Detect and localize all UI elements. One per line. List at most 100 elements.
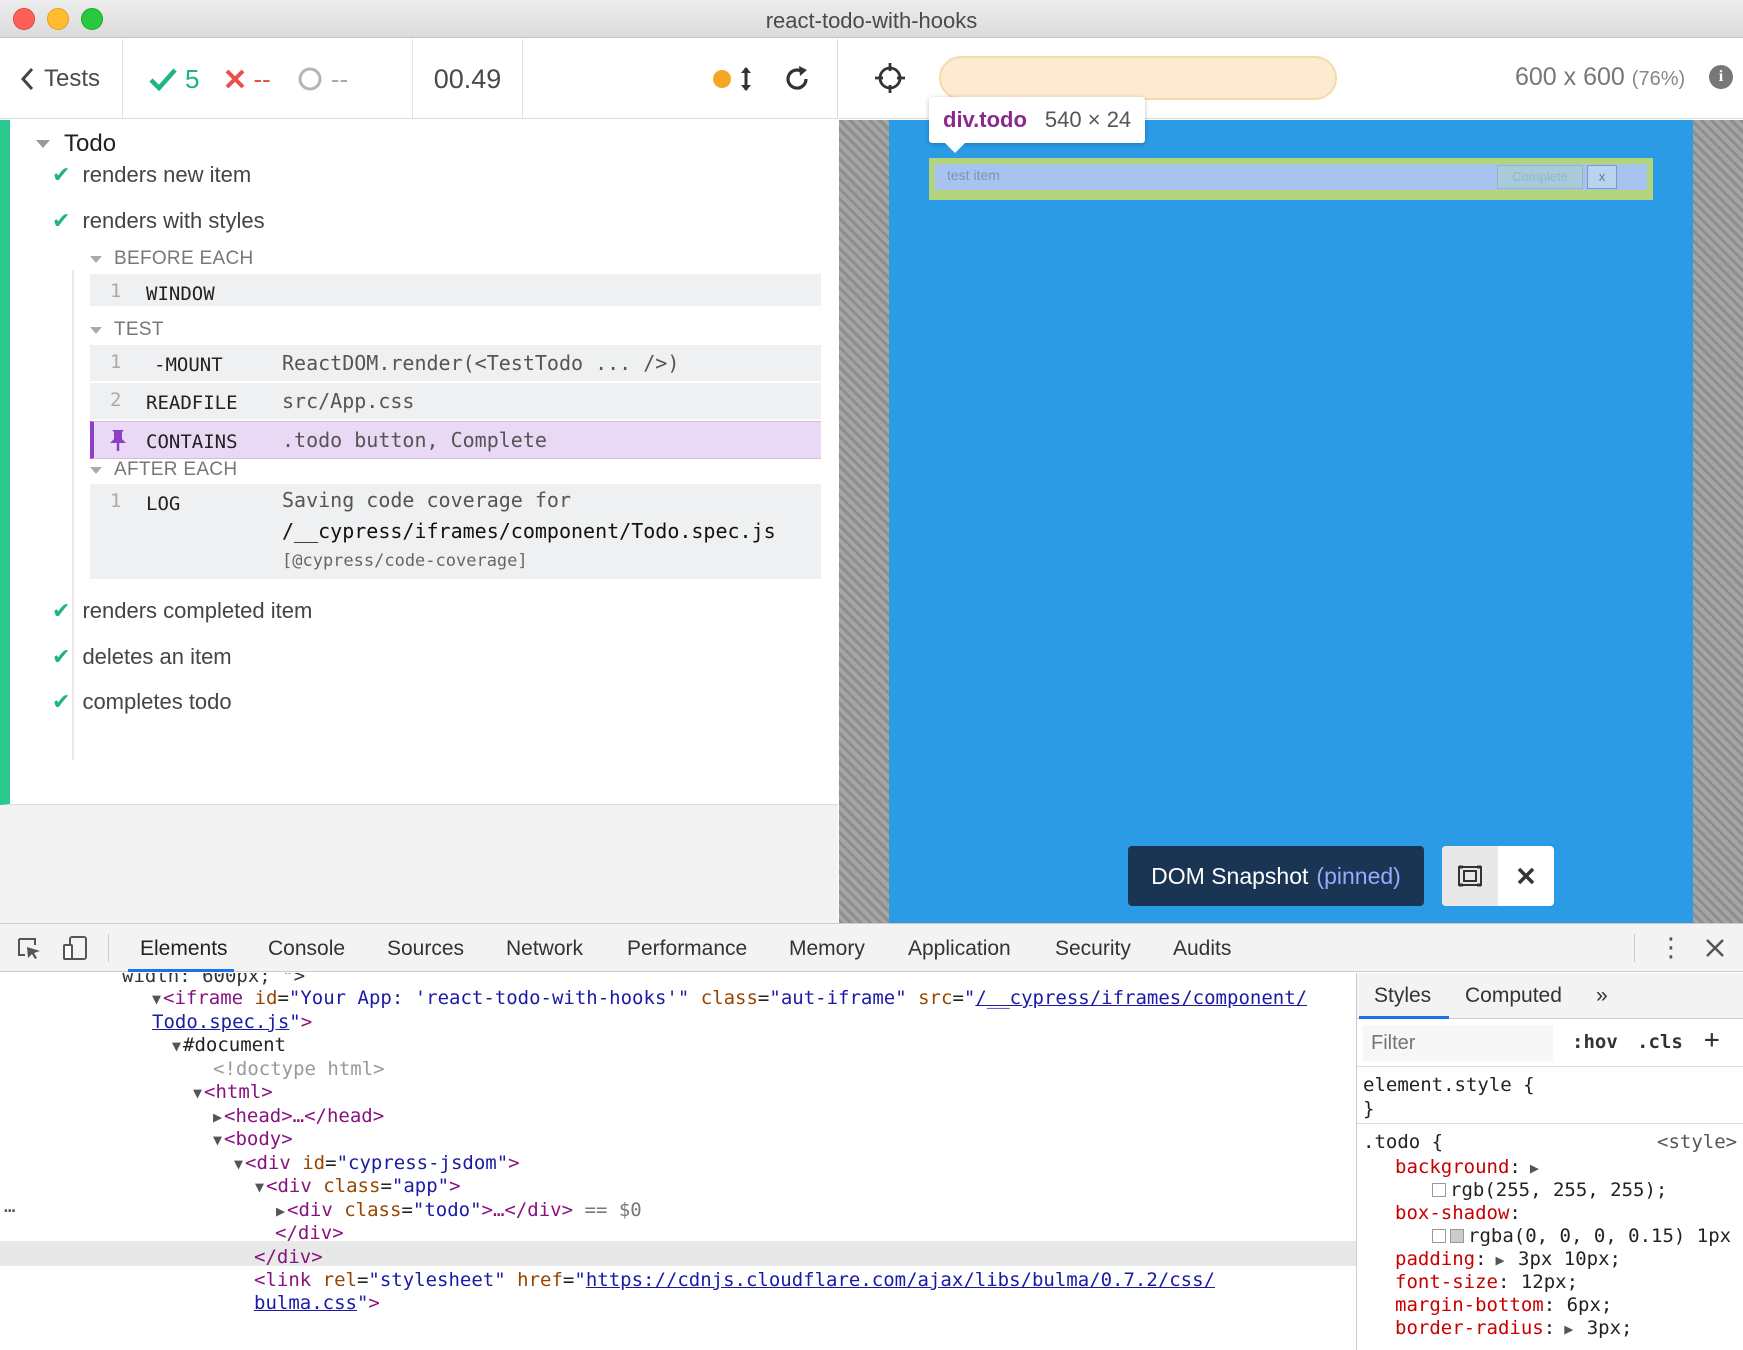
rule-selector[interactable]: .todo {	[1363, 1131, 1443, 1153]
command-row[interactable]: 2 READFILE src/App.css	[90, 383, 821, 421]
test-renders-with-styles[interactable]: ✔ renders with styles	[52, 208, 265, 234]
log-message-line: /__cypress/iframes/component/Todo.spec.j…	[282, 519, 776, 543]
todo-delete-button[interactable]: x	[1587, 165, 1617, 189]
kebab-menu-icon[interactable]: ⋮	[1658, 932, 1684, 963]
tab-performance[interactable]: Performance	[627, 937, 747, 961]
crosshairs-icon[interactable]	[873, 61, 907, 95]
window-titlebar: react-todo-with-hooks	[0, 0, 1743, 38]
add-rule-icon[interactable]: +	[1704, 1025, 1720, 1055]
viewport-info: 600 x 600 (76%)	[1515, 63, 1685, 92]
tree-node-div-jsdom[interactable]: ▼ <div id="cypress-jsdom">	[234, 1152, 520, 1174]
tab-styles[interactable]: Styles	[1374, 984, 1431, 1008]
pending-stat[interactable]: --	[297, 64, 348, 95]
styles-filter-input[interactable]	[1363, 1025, 1553, 1061]
snapshot-highlight-button[interactable]	[1442, 846, 1498, 906]
tree-node-div-todo-selected[interactable]: ▶ <div class="todo">…</div> == $0	[276, 1199, 642, 1221]
style-prop-border-radius[interactable]: border-radius: ▶ 3px;	[1395, 1317, 1632, 1339]
todo-text: test item	[947, 167, 1000, 183]
todo-item[interactable]: test item Complete x	[935, 164, 1647, 190]
auto-scroll-toggle[interactable]	[713, 65, 753, 93]
command-row-pinned[interactable]: CONTAINS .todo button, Complete	[90, 421, 821, 459]
log-message-line: Saving code coverage for	[282, 488, 571, 512]
iframe-src-link[interactable]: Todo.spec.js	[152, 1011, 289, 1033]
check-icon: ✔	[52, 689, 71, 714]
hook-test[interactable]: TEST	[90, 319, 164, 341]
tab-elements[interactable]: Elements	[140, 937, 228, 961]
test-renders-new-item[interactable]: ✔ renders new item	[52, 162, 251, 188]
passed-stat[interactable]: 5	[149, 64, 199, 95]
circle-notch-icon	[298, 67, 322, 91]
x-icon	[226, 69, 245, 89]
tree-node-close-div[interactable]: </div>	[254, 1246, 323, 1268]
rerun-icon[interactable]	[783, 65, 811, 93]
tab-audits[interactable]: Audits	[1173, 937, 1231, 961]
url-bar[interactable]	[939, 56, 1337, 100]
elements-tree: width: 600px; "> ▼ <iframe id="Your App: …	[0, 973, 1356, 1350]
color-swatch-icon[interactable]	[1450, 1229, 1464, 1243]
inspect-element-icon[interactable]	[16, 936, 42, 960]
caret-down-icon	[36, 140, 50, 148]
chevron-left-icon	[20, 67, 34, 91]
tree-node-doctype[interactable]: <!doctype html>	[213, 1058, 385, 1080]
command-row[interactable]: 1 -MOUNT ReactDOM.render(<TestTodo ... /…	[90, 345, 821, 383]
tree-node-link[interactable]: <link rel="stylesheet" href="https://cdn…	[254, 1269, 1215, 1291]
tab-computed[interactable]: Computed	[1465, 984, 1562, 1008]
caret-down-icon	[90, 466, 102, 474]
tree-node-head[interactable]: ▶ <head>…</head>	[213, 1105, 384, 1127]
info-circle-icon[interactable]: i	[1709, 65, 1733, 89]
style-prop-font-size[interactable]: font-size: 12px;	[1395, 1271, 1578, 1293]
shadow-editor-icon[interactable]	[1432, 1229, 1446, 1243]
style-prop-background[interactable]: background: ▶	[1395, 1156, 1541, 1178]
test-completes-todo[interactable]: ✔ completes todo	[52, 689, 232, 715]
hook-after-each[interactable]: AFTER EACH	[90, 459, 237, 481]
snapshot-controls	[1442, 846, 1554, 906]
tab-sources[interactable]: Sources	[387, 937, 464, 961]
toolbar-divider	[1634, 934, 1635, 962]
element-highlight: test item Complete x	[929, 158, 1653, 200]
stylesheet-link[interactable]: bulma.css	[254, 1292, 357, 1314]
hook-before-each[interactable]: BEFORE EACH	[90, 248, 254, 270]
close-icon[interactable]	[1705, 938, 1725, 958]
style-prop-margin-bottom[interactable]: margin-bottom: 6px;	[1395, 1294, 1612, 1316]
caret-down-icon: ▼	[193, 1084, 203, 1102]
style-prop-box-shadow[interactable]: box-shadow:	[1395, 1202, 1521, 1224]
hov-toggle[interactable]: :hov	[1572, 1031, 1618, 1053]
tests-button[interactable]: Tests	[0, 39, 123, 119]
tree-node-body[interactable]: ▼ <body>	[213, 1128, 293, 1150]
check-icon: ✔	[52, 208, 71, 233]
test-title: renders completed item	[82, 598, 313, 623]
hook-title: TEST	[114, 319, 164, 340]
more-tabs-icon[interactable]: »	[1596, 984, 1608, 1008]
reporter-header: Tests 5 -- -- 00.49	[0, 39, 838, 119]
rule-source-link[interactable]: <style>	[1657, 1131, 1737, 1153]
device-toolbar-icon[interactable]	[62, 936, 88, 960]
tab-network[interactable]: Network	[506, 937, 583, 961]
tree-node-close-div[interactable]: </div>	[275, 1222, 344, 1244]
tree-node-html[interactable]: ▼ <html>	[193, 1081, 273, 1103]
run-duration: 00.49	[413, 39, 523, 119]
element-style-open[interactable]: element.style {	[1363, 1074, 1535, 1096]
tab-console[interactable]: Console	[268, 937, 345, 961]
style-prop-padding[interactable]: padding: ▶ 3px 10px;	[1395, 1248, 1621, 1270]
suite-title[interactable]: Todo	[36, 130, 116, 158]
todo-complete-button[interactable]: Complete	[1497, 165, 1583, 189]
command-row[interactable]: 1 LOG Saving code coverage for /__cypres…	[90, 484, 821, 581]
tab-memory[interactable]: Memory	[789, 937, 865, 961]
tree-node-iframe[interactable]: ▼ <iframe id="Your App: 'react-todo-with-…	[152, 987, 1307, 1009]
command-row[interactable]: 1 WINDOW	[90, 274, 821, 308]
tab-application[interactable]: Application	[908, 937, 1011, 961]
tab-security[interactable]: Security	[1055, 937, 1131, 961]
tree-node-document[interactable]: ▼ #document	[172, 1034, 286, 1056]
test-deletes-an-item[interactable]: ✔ deletes an item	[52, 644, 232, 670]
stylesheet-link[interactable]: https://cdnjs.cloudflare.com/ajax/libs/b…	[586, 1269, 1215, 1291]
cls-toggle[interactable]: .cls	[1637, 1031, 1683, 1053]
snapshot-close-button[interactable]	[1498, 846, 1554, 906]
failed-stat[interactable]: --	[225, 64, 271, 95]
ellipsis-icon[interactable]: …	[4, 1195, 15, 1217]
tree-node-div-app[interactable]: ▼ <div class="app">	[255, 1175, 461, 1197]
tooltip-selector: div.todo	[943, 107, 1027, 132]
test-renders-completed-item[interactable]: ✔ renders completed item	[52, 598, 312, 624]
color-swatch-icon[interactable]	[1432, 1183, 1446, 1197]
iframe-src-link[interactable]: /__cypress/iframes/component/	[975, 987, 1307, 1009]
tree-node-link-cont: bulma.css">	[254, 1292, 380, 1314]
